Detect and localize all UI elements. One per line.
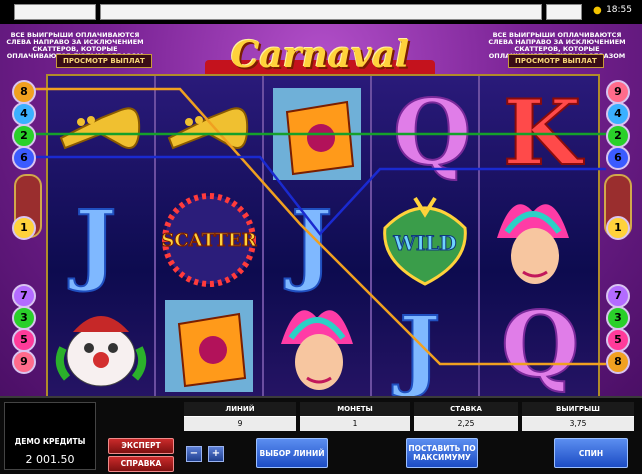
j-symbol: J (290, 189, 334, 295)
coins-value: 1 (300, 416, 410, 431)
j-symbol: J (74, 189, 118, 295)
bet-max-button[interactable]: ПОСТАВИТЬ ПО МАКСИМУМУ (406, 438, 478, 468)
payline-number[interactable]: 4 (12, 102, 36, 126)
scatter-symbol: SCATTER (159, 188, 259, 292)
payline-number[interactable]: 2 (12, 124, 36, 148)
j-symbol: J (398, 295, 442, 401)
payline-number[interactable]: 6 (606, 146, 630, 170)
credits-box: ДЕМО КРЕДИТЫ 2 001.50 (4, 402, 96, 470)
showgirl-icon (281, 310, 353, 390)
reel-5: K Q (480, 76, 598, 402)
bet-value: 2,25 (414, 416, 518, 431)
coins-stat: МОНЕТЫ 1 (300, 402, 410, 434)
wild-label: WILD (392, 231, 456, 255)
bet-stat: СТАВКА 2,25 (414, 402, 518, 434)
payline-number[interactable]: 6 (12, 146, 36, 170)
showgirl-symbol (267, 294, 367, 398)
payline-number[interactable]: 2 (606, 124, 630, 148)
payline-number[interactable]: 9 (606, 80, 630, 104)
payline-number[interactable]: 3 (606, 306, 630, 330)
control-panel: ДЕМО КРЕДИТЫ 2 001.50 ЭКСПЕРТ СПРАВКА − … (0, 396, 642, 474)
flag-icon (273, 88, 361, 180)
flag-icon (165, 300, 253, 392)
trumpet-icon (59, 107, 141, 150)
q-symbol: Q (392, 79, 472, 187)
trumpet-symbol (159, 82, 259, 186)
game-stage: ВСЕ ВЫИГРЫШИ ОПЛАЧИВАЮТСЯ СЛЕВА НАПРАВО … (0, 24, 642, 404)
win-stat: ВЫИГРЫШ 3,75 (522, 402, 634, 434)
payline-number[interactable]: 1 (606, 216, 630, 240)
showgirl-symbol (483, 188, 583, 292)
k-symbol: K (502, 79, 582, 187)
payline-number[interactable]: 5 (12, 328, 36, 352)
top-bar-field[interactable] (14, 4, 96, 20)
lines-stat: ЛИНИЙ 9 (184, 402, 296, 434)
q-symbol: Q (500, 291, 580, 399)
showgirl-icon (497, 204, 569, 284)
clown-symbol (51, 294, 151, 398)
payline-number[interactable]: 1 (12, 216, 36, 240)
expert-button[interactable]: ЭКСПЕРТ (108, 438, 174, 454)
paytable-button-right[interactable]: ПРОСМОТР ВЫПЛАТ (508, 54, 604, 68)
flag-symbol (159, 294, 259, 398)
coin-icon: ● (593, 5, 602, 16)
minus-button[interactable]: − (186, 446, 202, 462)
reel-area: J SCATTER J Q WILD J K Q (46, 74, 600, 404)
trumpet-symbol (51, 82, 151, 186)
credits-label: ДЕМО КРЕДИТЫ (14, 437, 86, 446)
coins-label: МОНЕТЫ (300, 402, 410, 416)
payline-number[interactable]: 5 (606, 328, 630, 352)
wild-mask-icon: WILD (383, 196, 467, 286)
lines-value: 9 (184, 416, 296, 431)
scatter-badge-icon: SCATTER (161, 193, 258, 287)
lines-label: ЛИНИЙ (184, 402, 296, 416)
payline-number[interactable]: 3 (12, 306, 36, 330)
clown-icon (55, 316, 147, 387)
payline-number[interactable]: 8 (12, 80, 36, 104)
paytable-button-left[interactable]: ПРОСМОТР ВЫПЛАТ (56, 54, 152, 68)
payline-number[interactable]: 9 (12, 350, 36, 374)
payline-number[interactable]: 7 (606, 284, 630, 308)
spin-button[interactable]: СПИН (554, 438, 628, 468)
scatter-label: SCATTER (161, 230, 257, 251)
top-bar-field[interactable] (546, 4, 582, 20)
reel-2: SCATTER (156, 76, 264, 402)
payline-number[interactable]: 4 (606, 102, 630, 126)
reel-1: J (48, 76, 156, 402)
win-label: ВЫИГРЫШ (522, 402, 634, 416)
reel-4: Q WILD J (372, 76, 480, 402)
payline-number[interactable]: 8 (606, 350, 630, 374)
reel-3: J (264, 76, 372, 402)
top-bar: ● 18:55 (0, 0, 642, 24)
top-bar-field[interactable] (100, 4, 542, 20)
payline-number[interactable]: 7 (12, 284, 36, 308)
wild-symbol: WILD (375, 188, 475, 292)
trumpet-icon (167, 107, 249, 150)
flag-symbol (267, 82, 367, 186)
logo-text: Carnaval (230, 34, 410, 76)
help-button[interactable]: СПРАВКА (108, 456, 174, 472)
clock: 18:55 (606, 5, 632, 15)
plus-button[interactable]: + (208, 446, 224, 462)
bet-label: СТАВКА (414, 402, 518, 416)
select-lines-button[interactable]: ВЫБОР ЛИНИЙ (256, 438, 328, 468)
credits-value: 2 001.50 (25, 453, 75, 466)
win-value: 3,75 (522, 416, 634, 431)
